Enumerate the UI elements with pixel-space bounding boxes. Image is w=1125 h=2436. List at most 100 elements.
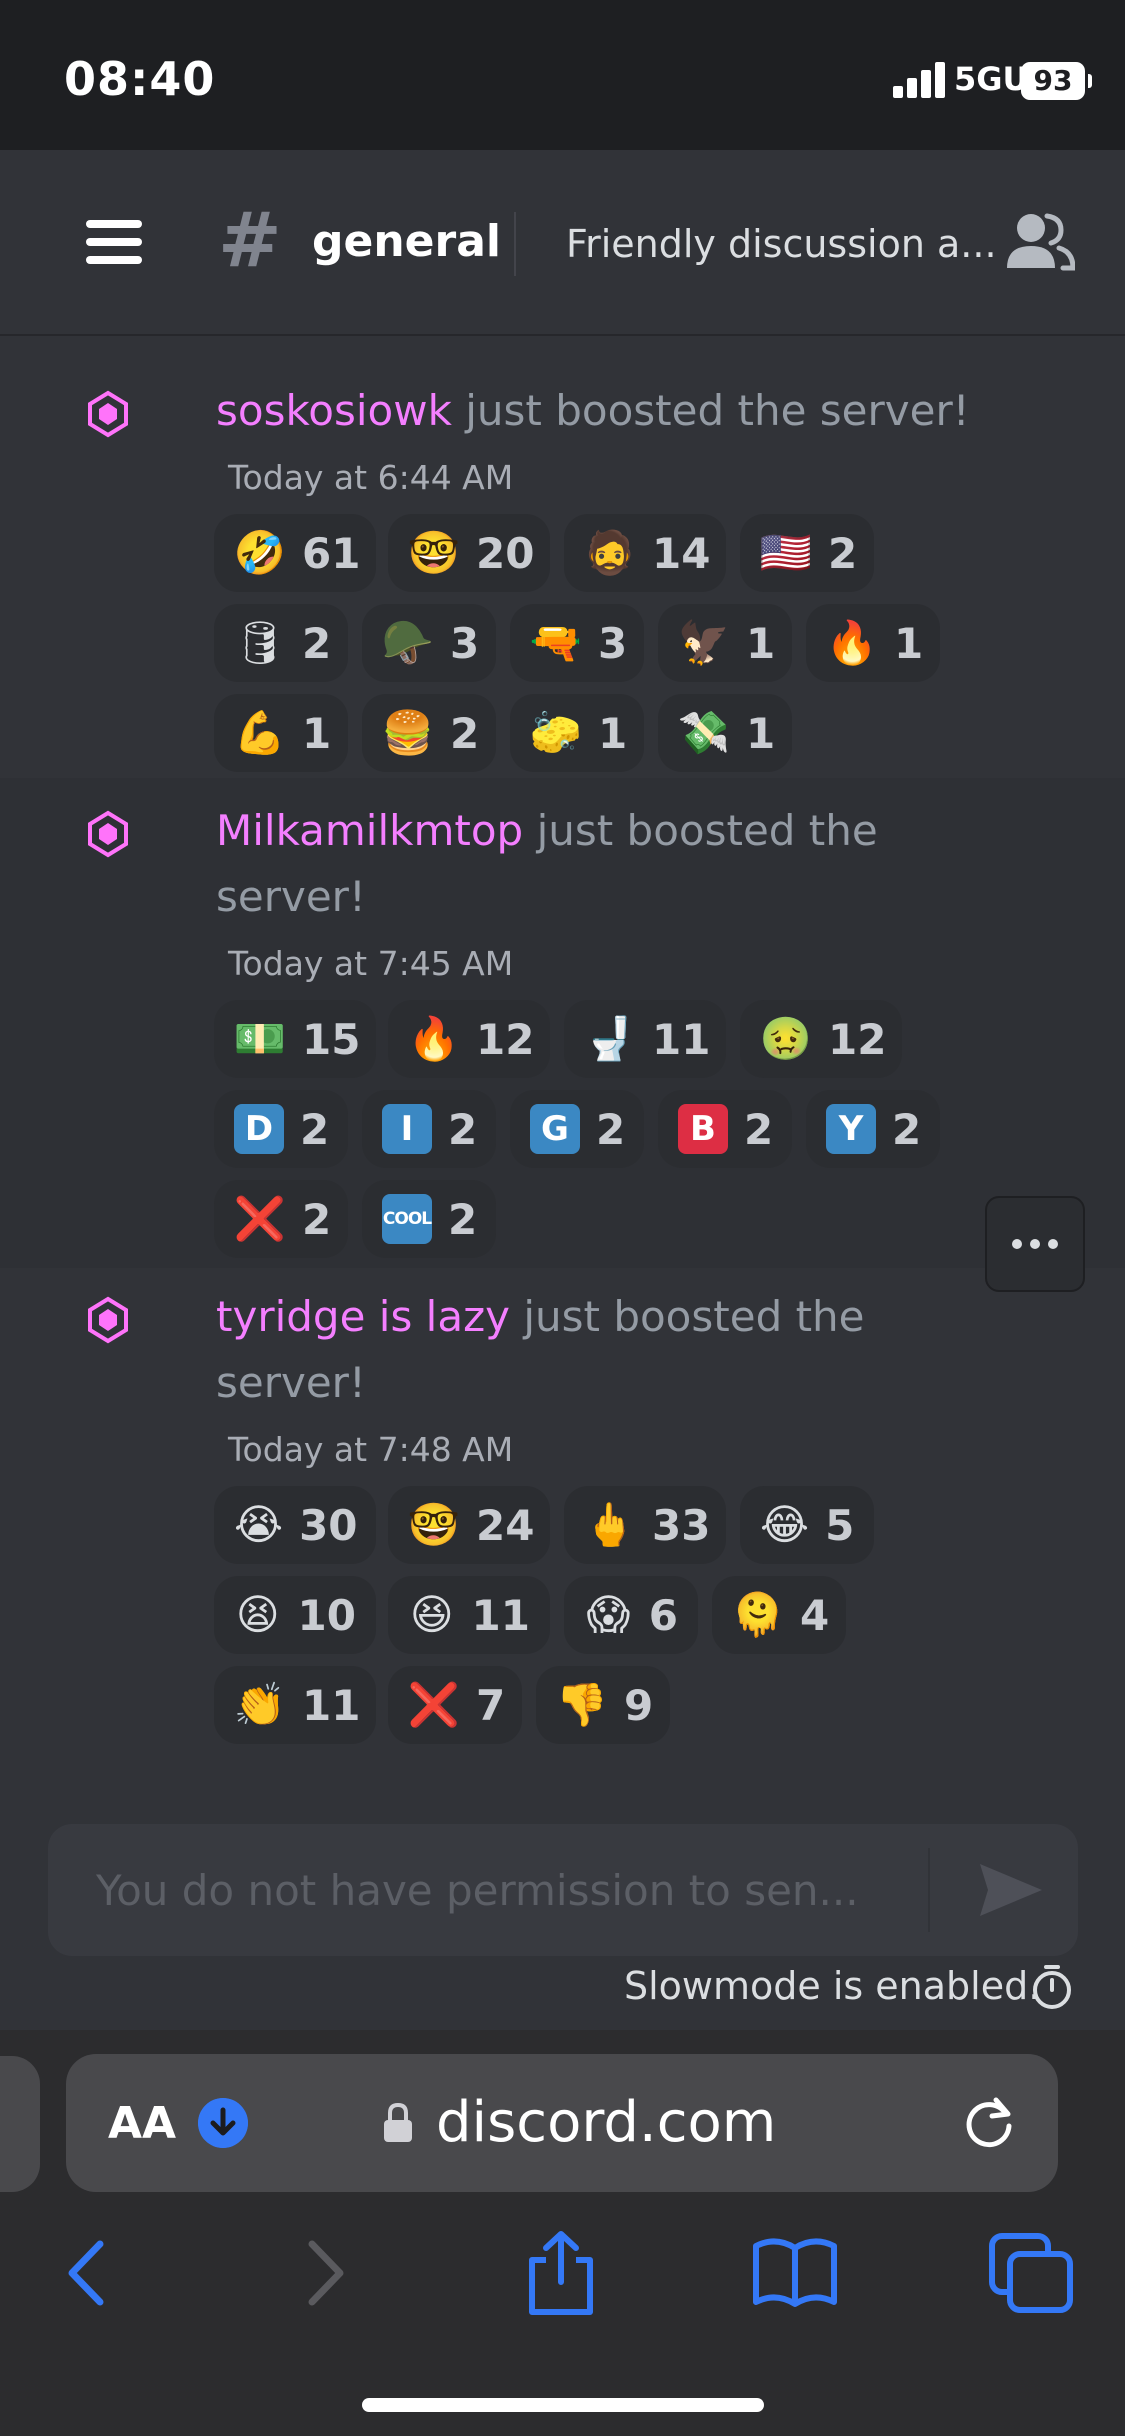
reaction[interactable]: 🖕 33 [564,1486,726,1564]
reaction[interactable]: 👎 9 [536,1666,670,1744]
reaction[interactable]: 🔥 12 [388,1000,550,1078]
cool-icon: COOL [382,1193,432,1245]
message-text: tyridge is lazy just boosted the server! [216,1284,916,1416]
text-size-button[interactable]: AA [108,2098,176,2149]
reaction-count: 11 [302,1680,361,1730]
reaction[interactable]: 💸 1 [658,694,792,772]
reaction-count: 24 [476,1500,535,1550]
reaction[interactable]: 🧔 14 [564,514,726,592]
status-bar: 08:40 5GUC 93 [0,0,1125,150]
reaction[interactable]: 🫠 4 [712,1576,846,1654]
emoji-icon: 😭 [234,1500,284,1549]
emoji-icon: 🔥 [825,618,879,667]
reaction-count: 1 [746,708,776,758]
emoji-icon: 🍔 [381,708,435,757]
dot [1012,1239,1022,1249]
message-composer[interactable]: You do not have permission to sen... [48,1824,1078,1956]
username[interactable]: Milkamilkmtop [216,806,523,855]
timestamp: Today at 6:44 AM [228,458,514,497]
share-icon[interactable] [516,2230,606,2316]
reaction[interactable]: 💵 15 [214,1000,376,1078]
reaction[interactable]: ❌ 7 [388,1666,522,1744]
reaction-count: 2 [300,1104,330,1154]
reaction[interactable]: 🧽 1 [510,694,644,772]
download-icon[interactable] [198,2098,248,2148]
boost-message: Milkamilkmtop just boosted the server! T… [0,778,1125,1268]
reaction-count: 9 [624,1680,654,1730]
members-icon[interactable] [1005,210,1075,274]
channel-name[interactable]: general [312,216,501,267]
emoji-icon: 😂 [760,1500,810,1549]
emoji-icon: 🦅 [677,618,731,667]
reaction[interactable]: 🍔 2 [362,694,496,772]
timestamp: Today at 7:45 AM [228,944,514,983]
reload-icon[interactable] [960,2094,1018,2152]
letter-b-box: B [678,1104,728,1154]
emoji-icon: 🤓 [407,1500,461,1549]
reaction-count: 33 [652,1500,711,1550]
bookmarks-icon[interactable] [750,2230,840,2316]
reaction[interactable]: 🚽 11 [564,1000,726,1078]
reaction[interactable]: ❌ 2 [214,1180,348,1258]
battery-icon: 93 [1021,62,1092,100]
reaction[interactable]: 🇺🇸 2 [740,514,874,592]
emoji-icon: 🤢 [759,1014,813,1063]
message-text: soskosiowk just boosted the server! [216,378,996,444]
letter-d-box: D [234,1104,284,1154]
reaction[interactable]: 🔫 3 [510,604,644,682]
reaction[interactable]: 🤣 61 [214,514,376,592]
emoji-icon: 🧽 [529,708,583,757]
channel-hash-icon: # [218,195,282,284]
emoji-icon: 👏 [233,1680,287,1729]
username[interactable]: tyridge is lazy [216,1292,510,1341]
channel-topic[interactable]: Friendly discussion a... [566,222,997,266]
reaction[interactable]: D2 [214,1090,348,1168]
previous-tab-peek[interactable] [0,2056,40,2192]
letter-g-icon: G [530,1103,580,1155]
reaction-count: 5 [825,1500,855,1550]
send-icon[interactable] [978,1860,1044,1920]
reaction[interactable]: 😂 5 [740,1486,874,1564]
reaction-count: 2 [828,528,858,578]
emoji-icon: 👎 [555,1680,609,1729]
letter-b-icon: B [678,1103,728,1155]
reaction[interactable]: 🪖 3 [362,604,496,682]
back-icon[interactable] [42,2230,132,2316]
emoji-icon: ❌ [233,1194,287,1243]
emoji-icon: 🇺🇸 [759,528,813,577]
reaction[interactable]: Y2 [806,1090,940,1168]
reaction[interactable]: 😆 11 [388,1576,550,1654]
username[interactable]: soskosiowk [216,386,452,435]
reaction[interactable]: 😱 6 [564,1576,698,1654]
reaction-count: 1 [746,618,776,668]
reaction[interactable]: G2 [510,1090,644,1168]
url-text[interactable]: discord.com [436,2090,776,2155]
reaction[interactable]: 😫 10 [214,1576,376,1654]
message-input[interactable]: You do not have permission to sen... [96,1866,859,1915]
reaction[interactable]: 🤢 12 [740,1000,902,1078]
home-indicator[interactable] [362,2398,764,2412]
reaction[interactable]: 👏 11 [214,1666,376,1744]
reaction-count: 2 [596,1104,626,1154]
reaction[interactable]: B2 [658,1090,792,1168]
status-time: 08:40 [64,52,216,106]
reaction[interactable]: 🔥 1 [806,604,940,682]
menu-icon[interactable] [86,220,142,264]
reaction[interactable]: 😭 30 [214,1486,376,1564]
forward-icon[interactable] [280,2230,370,2316]
reaction[interactable]: 🛢 2 [214,604,348,682]
emoji-icon: 🔥 [407,1014,461,1063]
reaction[interactable]: 💪 1 [214,694,348,772]
emoji-icon: 🚽 [583,1014,637,1063]
tabs-icon[interactable] [986,2230,1076,2316]
reaction[interactable]: 🤓 20 [388,514,550,592]
cool-box: COOL [382,1194,432,1244]
message-more-button[interactable] [985,1196,1085,1292]
address-bar[interactable]: AA discord.com [66,2054,1058,2192]
reaction[interactable]: 🦅 1 [658,604,792,682]
emoji-icon: 🧔 [583,528,637,577]
reaction[interactable]: COOL 2 [362,1180,496,1258]
reaction[interactable]: I2 [362,1090,496,1168]
reaction[interactable]: 🤓 24 [388,1486,550,1564]
emoji-icon: 😫 [235,1590,280,1639]
